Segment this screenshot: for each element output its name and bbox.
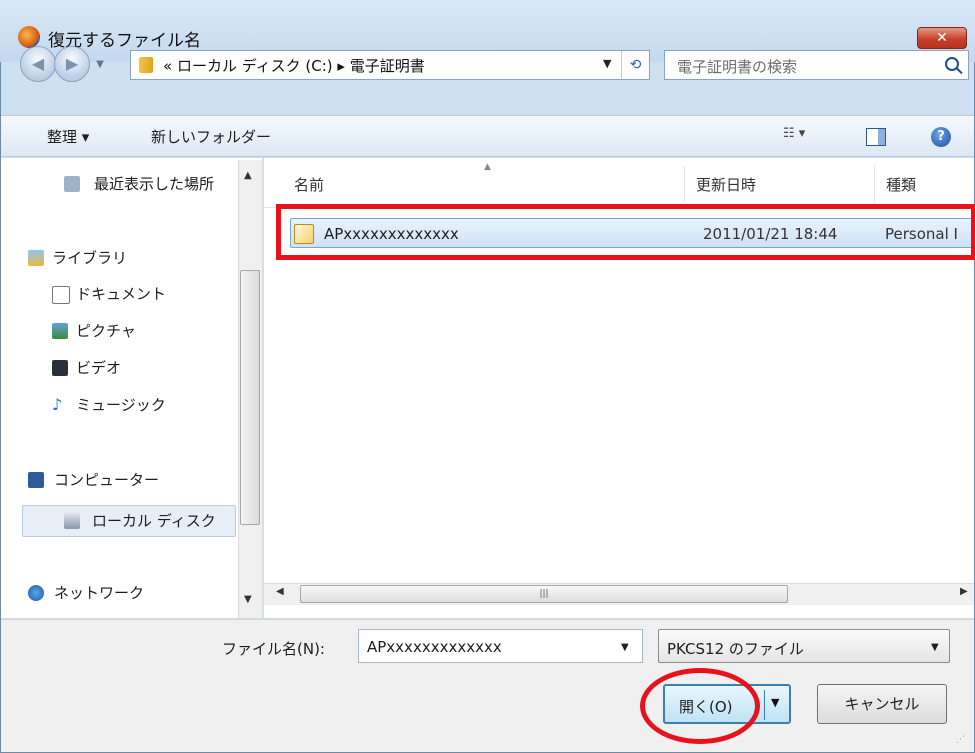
filename-label: ファイル名(N): [222, 640, 325, 658]
column-modified[interactable]: 更新日時 [696, 174, 756, 195]
resize-grip-icon[interactable]: ⋰ [956, 735, 965, 745]
file-type-value: PKCS12 のファイル [667, 640, 804, 658]
video-icon [52, 360, 68, 376]
annotation-highlight-circle [640, 668, 760, 744]
column-divider[interactable] [684, 166, 685, 202]
chevron-down-icon[interactable]: ▼ [931, 642, 939, 653]
network-icon [28, 585, 44, 601]
folder-icon [139, 57, 153, 73]
sort-arrow-icon: ▲ [484, 162, 491, 172]
recent-places-icon [64, 176, 80, 192]
address-dropdown-icon[interactable]: ▼ [603, 57, 611, 70]
column-type[interactable]: 種類 [886, 174, 916, 195]
filename-value[interactable]: APxxxxxxxxxxxxx [367, 638, 502, 656]
search-icon[interactable] [945, 57, 959, 71]
cancel-button[interactable]: キャンセル [817, 684, 947, 724]
search-placeholder: 電子証明書の検索 [677, 58, 798, 76]
scroll-left-icon[interactable]: ◀ [276, 586, 284, 597]
history-dropdown-icon[interactable]: ▼ [93, 58, 107, 72]
forward-button[interactable]: ▶ [54, 46, 90, 82]
address-bar[interactable]: « ローカル ディスク (C:) ▸ 電子証明書 ▼ ⟲ [130, 50, 650, 80]
column-header: ▲ 名前 更新日時 種類 [264, 158, 974, 208]
navigation-pane [1, 158, 263, 618]
change-view-button[interactable]: ☷ ▾ [783, 126, 805, 141]
annotation-highlight-rectangle [276, 204, 975, 260]
nav-scrollbar-thumb[interactable] [240, 270, 260, 525]
preview-pane-icon[interactable] [866, 128, 886, 146]
address-path[interactable]: « ローカル ディスク (C:) ▸ 電子証明書 [163, 55, 425, 76]
column-divider[interactable] [874, 166, 875, 202]
file-type-select[interactable]: PKCS12 のファイル ▼ [658, 629, 950, 663]
filename-input[interactable]: APxxxxxxxxxxxxx ▼ [358, 629, 643, 663]
help-icon[interactable]: ? [931, 127, 951, 147]
scroll-up-icon[interactable]: ▲ [244, 170, 252, 181]
refresh-icon[interactable]: ⟲ [621, 51, 649, 79]
horizontal-scrollbar-thumb[interactable]: ||| [300, 585, 788, 603]
library-icon [28, 250, 44, 266]
firefox-icon [18, 26, 40, 48]
split-divider [764, 690, 765, 720]
column-name[interactable]: 名前 [294, 174, 324, 195]
new-folder-button[interactable]: 新しいフォルダー [151, 126, 271, 147]
command-bar: 整理 ▾ 新しいフォルダー ☷ ▾ ? [1, 115, 974, 157]
organize-button[interactable]: 整理 ▾ [47, 126, 89, 147]
close-button[interactable]: ✕ [917, 27, 967, 49]
open-dropdown-icon[interactable]: ▼ [771, 696, 779, 709]
back-button[interactable]: ◀ [20, 46, 56, 82]
search-input[interactable]: 電子証明書の検索 [664, 50, 969, 80]
scroll-down-icon[interactable]: ▼ [244, 594, 252, 605]
computer-icon [28, 472, 44, 488]
local-disk-icon [64, 513, 80, 529]
picture-icon [52, 323, 68, 339]
chevron-down-icon[interactable]: ▼ [621, 642, 629, 653]
document-icon [52, 286, 70, 304]
music-icon: ♪ [52, 395, 63, 414]
scroll-right-icon[interactable]: ▶ [960, 586, 968, 597]
